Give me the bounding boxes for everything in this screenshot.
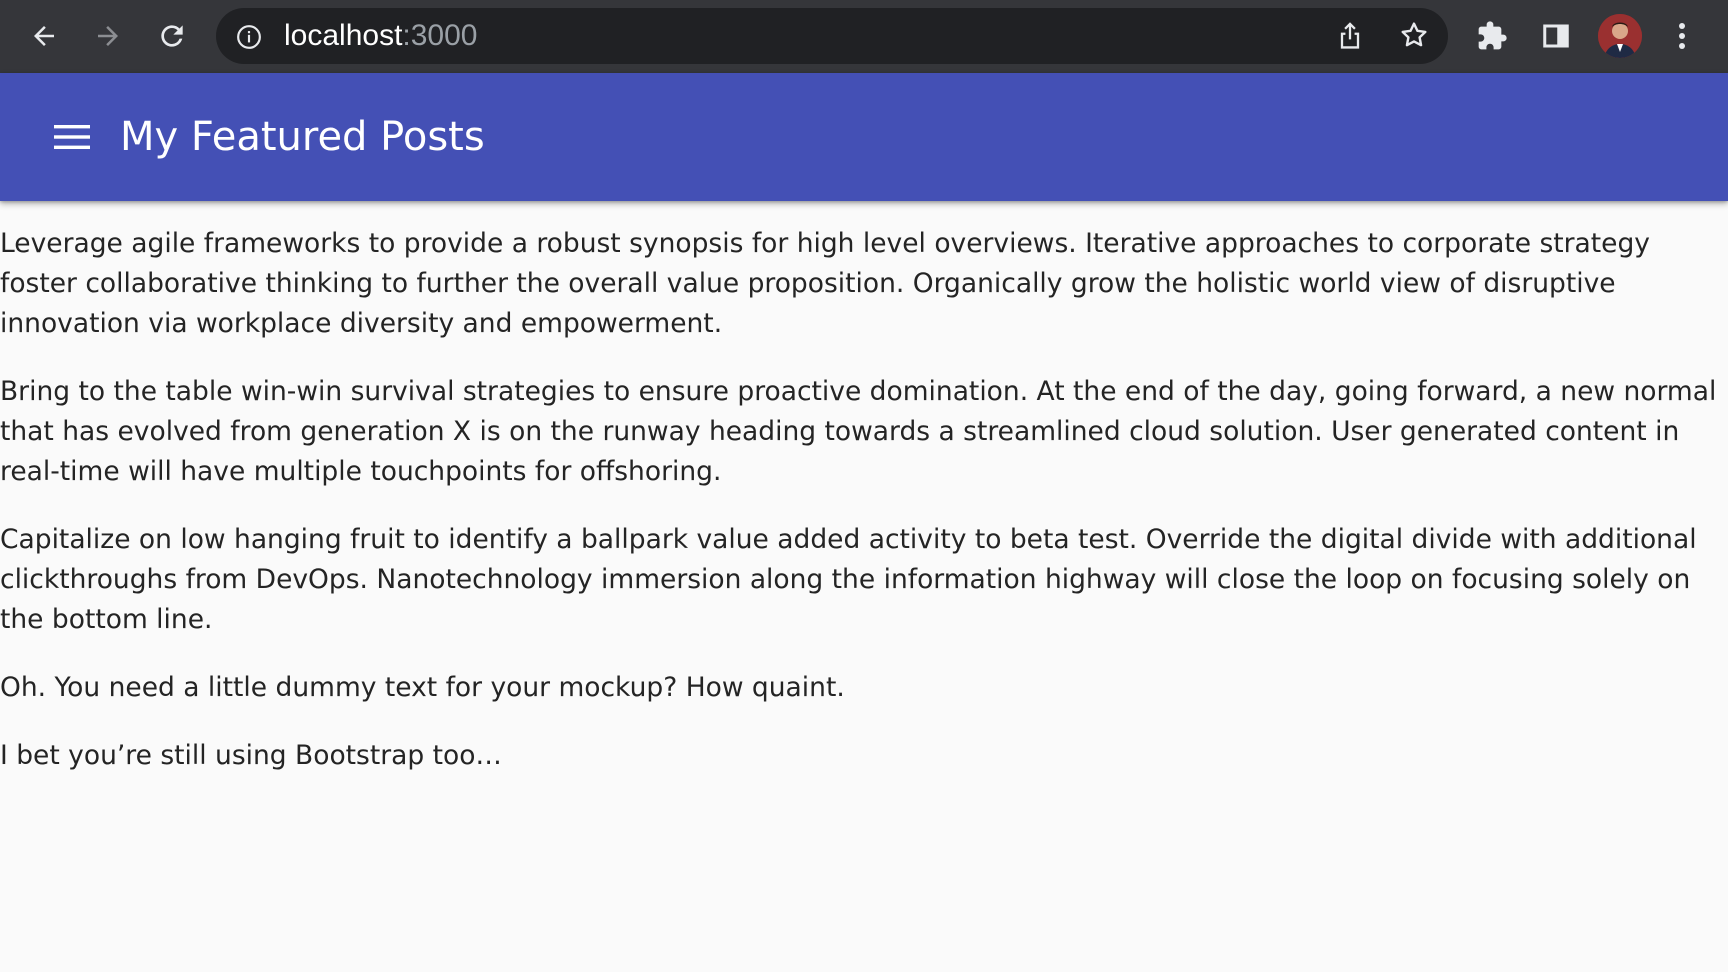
url-text[interactable]: localhost:3000 xyxy=(284,8,477,64)
avatar[interactable] xyxy=(1598,14,1642,58)
back-button[interactable] xyxy=(22,14,66,58)
hamburger-menu-icon xyxy=(54,125,90,149)
url-host: localhost xyxy=(284,19,403,52)
address-bar[interactable]: localhost:3000 xyxy=(216,8,1448,64)
browser-toolbar: localhost:3000 xyxy=(0,0,1728,73)
main-content: Leverage agile frameworks to provide a r… xyxy=(0,224,1726,804)
extensions-button[interactable] xyxy=(1470,14,1514,58)
paragraph: Capitalize on low hanging fruit to ident… xyxy=(0,524,1697,635)
forward-arrow-icon xyxy=(98,26,118,46)
app-bar: My Featured Posts xyxy=(0,73,1728,201)
paragraph: Oh. You need a little dummy text for you… xyxy=(0,672,845,703)
paragraph: Bring to the table win-win survival stra… xyxy=(0,376,1717,487)
page-title: My Featured Posts xyxy=(120,114,485,160)
share-icon[interactable] xyxy=(1336,20,1364,52)
side-panel-icon xyxy=(1543,24,1569,48)
menu-button[interactable] xyxy=(44,113,100,161)
back-arrow-icon xyxy=(34,26,54,46)
star-icon[interactable] xyxy=(1398,19,1430,51)
reload-icon xyxy=(161,25,183,47)
url-port: :3000 xyxy=(402,19,478,52)
forward-button[interactable] xyxy=(86,14,130,58)
reload-button[interactable] xyxy=(150,14,194,58)
paragraph: I bet you’re still using Bootstrap too… xyxy=(0,740,502,771)
extensions-puzzle-icon xyxy=(1478,21,1507,50)
side-panel-button[interactable] xyxy=(1534,14,1578,58)
kebab-menu-icon xyxy=(1679,23,1685,49)
paragraph: Leverage agile frameworks to provide a r… xyxy=(0,228,1650,339)
info-icon[interactable] xyxy=(236,24,262,50)
browser-menu-button[interactable] xyxy=(1660,14,1704,58)
